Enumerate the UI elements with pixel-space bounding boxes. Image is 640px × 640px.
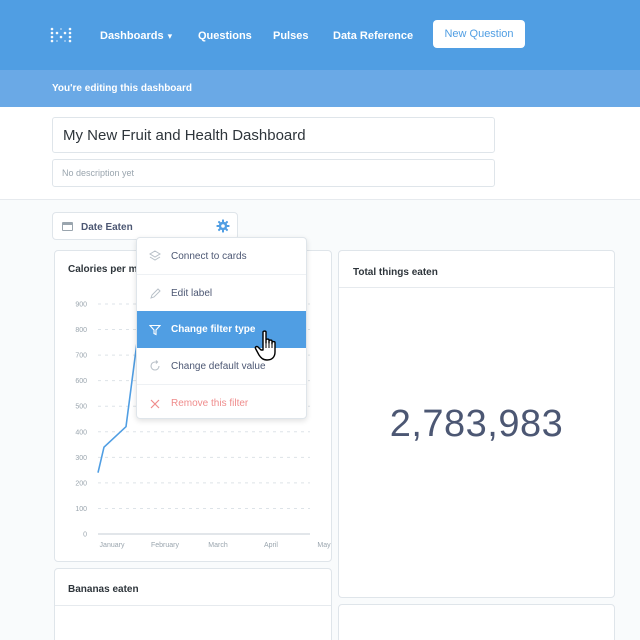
x-tick-label: April bbox=[264, 542, 278, 549]
card-title: Bananas eaten bbox=[68, 584, 139, 595]
edit-mode-banner: You're editing this dashboard bbox=[0, 70, 640, 107]
gear-icon[interactable] bbox=[216, 219, 230, 233]
y-tick-label: 600 bbox=[75, 378, 87, 385]
card-title: Total things eaten bbox=[353, 267, 438, 278]
dashboard-title-input[interactable]: My New Fruit and Health Dashboard bbox=[52, 117, 495, 153]
filter-label: Date Eaten bbox=[81, 222, 133, 233]
x-tick-label: February bbox=[151, 542, 180, 549]
nav-pulses[interactable]: Pulses bbox=[273, 30, 308, 42]
pencil-icon bbox=[149, 287, 161, 300]
menu-edit-label[interactable]: Edit label bbox=[137, 275, 306, 312]
nav-dashboards-label: Dashboards bbox=[100, 30, 164, 42]
hand-pointer-cursor-icon bbox=[254, 330, 276, 361]
total-things-eaten-card[interactable]: Total things eaten 2,783,983 bbox=[338, 250, 615, 598]
menu-change-filter-type[interactable]: Change filter type bbox=[137, 311, 306, 348]
menu-item-label: Edit label bbox=[171, 288, 213, 299]
menu-connect-to-cards[interactable]: Connect to cards bbox=[137, 238, 306, 275]
y-tick-label: 900 bbox=[75, 302, 87, 309]
y-tick-label: 700 bbox=[75, 353, 87, 360]
divider bbox=[339, 287, 614, 288]
menu-item-label: Remove this filter bbox=[171, 398, 249, 409]
close-icon bbox=[149, 398, 161, 410]
nav-data-reference[interactable]: Data Reference bbox=[333, 30, 413, 42]
nav-dashboards[interactable]: Dashboards ▾ bbox=[100, 30, 172, 42]
menu-item-label: Connect to cards bbox=[171, 250, 247, 262]
menu-change-default-value[interactable]: Change default value bbox=[137, 348, 306, 385]
connect-icon bbox=[149, 250, 161, 262]
y-tick-label: 200 bbox=[75, 480, 87, 487]
funnel-icon bbox=[149, 324, 161, 336]
menu-item-label: Change default value bbox=[171, 360, 266, 372]
filter-options-popover: Connect to cards Edit label Change filte… bbox=[136, 237, 307, 419]
calendar-icon bbox=[62, 222, 73, 231]
nav-questions[interactable]: Questions bbox=[198, 30, 252, 42]
top-navigation: Dashboards ▾ Questions Pulses Data Refere… bbox=[0, 0, 640, 70]
menu-remove-filter[interactable]: Remove this filter bbox=[137, 385, 306, 422]
partial-card[interactable] bbox=[338, 604, 615, 640]
edit-mode-text: You're editing this dashboard bbox=[52, 83, 192, 94]
scalar-value: 2,783,983 bbox=[389, 403, 564, 445]
metabase-logo-icon[interactable] bbox=[50, 27, 72, 45]
bananas-eaten-card[interactable]: Bananas eaten bbox=[54, 568, 332, 640]
date-filter-widget[interactable]: Date Eaten bbox=[52, 212, 238, 240]
divider bbox=[55, 605, 331, 606]
y-tick-label: 100 bbox=[75, 506, 87, 513]
dashboard-header: My New Fruit and Health Dashboard No des… bbox=[0, 107, 640, 200]
refresh-icon bbox=[149, 360, 161, 372]
y-tick-label: 0 bbox=[83, 532, 87, 539]
y-tick-label: 800 bbox=[75, 327, 87, 334]
menu-item-label: Change filter type bbox=[171, 324, 256, 335]
chevron-down-icon: ▾ bbox=[167, 31, 173, 41]
y-tick-label: 400 bbox=[75, 429, 87, 436]
dashboard-description-input[interactable]: No description yet bbox=[52, 159, 495, 187]
new-question-button[interactable]: New Question bbox=[433, 20, 525, 48]
y-tick-label: 500 bbox=[75, 404, 87, 411]
x-tick-label: May bbox=[317, 542, 331, 549]
y-tick-label: 300 bbox=[75, 455, 87, 462]
x-tick-label: January bbox=[100, 542, 125, 549]
x-tick-label: March bbox=[208, 542, 228, 549]
